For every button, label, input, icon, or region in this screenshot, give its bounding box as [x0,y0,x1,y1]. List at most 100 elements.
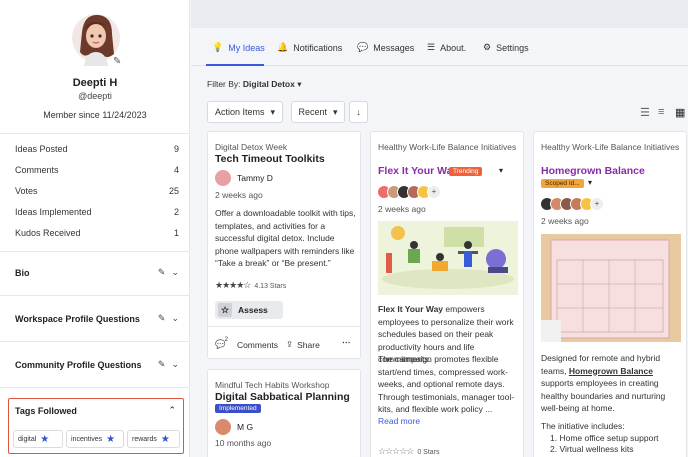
divider [0,341,190,342]
author-name[interactable]: M G [237,422,253,432]
sort-dropdown[interactable]: Recent ▾ [291,101,345,123]
star-icon[interactable]: ★ [161,434,170,445]
status-badge[interactable]: Trending [449,167,483,176]
edit-avatar-icon[interactable]: ✎ [113,56,121,67]
author-avatar [215,170,231,186]
filter-label: Filter By: [207,79,241,89]
assess-button[interactable]: ☆ Assess [215,301,283,319]
share-button[interactable]: ⇪ Share [286,339,320,350]
star-icon[interactable]: ★ [106,434,115,445]
description-text: supports employees in creating healthy b… [541,378,666,413]
tab-notifications[interactable]: 🔔 Notifications [277,42,342,53]
idea-card[interactable]: Digital Detox Week Tech Timeout Toolkits… [207,131,361,359]
caret-down-icon: ▾ [297,79,302,89]
divider [0,251,190,252]
profile-tabs: 💡 My Ideas 🔔 Notifications 💬 Messages ☰ Abou… [191,28,688,66]
comments-label: Comments [236,339,279,350]
sort-direction-button[interactable]: ↓ [349,101,368,123]
edit-icon[interactable]: ✎ [158,267,166,278]
tab-my-ideas[interactable]: 💡 My Ideas [212,42,265,53]
tab-messages[interactable]: 💬 Messages [357,42,414,53]
divider [0,133,190,134]
list-item: 2. Virtual wellness kits [550,444,634,454]
list-icon: ☰ [427,42,436,52]
includes-heading: The initiative includes: [541,421,625,431]
edit-icon[interactable]: ✎ [158,313,166,324]
stat-ideas-implemented: Ideas Implemented 2 [15,207,179,217]
stat-value: 9 [173,144,179,154]
idea-category: Healthy Work-Life Balance Initiatives [541,142,680,152]
idea-category: Healthy Work-Life Balance Initiatives [378,142,517,152]
comment-count: 2 [224,336,228,343]
tab-label: Settings [496,42,529,53]
stat-label: Ideas Implemented [15,207,92,217]
idea-card[interactable]: Healthy Work-Life Balance Initiatives Fl… [370,131,524,457]
share-label: Share [297,339,320,350]
tags-title: Tags Followed [15,406,77,416]
rating-label: 0 Stars [417,449,440,456]
idea-title[interactable]: Digital Sabbatical Planning [215,391,350,403]
edit-icon[interactable]: ✎ [158,359,166,370]
tag-label: digital [18,435,37,443]
more-icon[interactable]: ⋯ [342,337,351,348]
user-name: Deepti H [72,77,118,89]
chevron-down-icon[interactable]: ⌄ [171,359,179,370]
idea-category: Mindful Tech Habits Workshop [215,380,330,390]
author-name[interactable]: Tammy D [237,173,273,183]
dropdown-label: Recent [298,107,327,117]
section-community-questions[interactable]: Community Profile Questions ✎ ⌄ [15,359,179,370]
section-workspace-questions[interactable]: Workspace Profile Questions ✎ ⌄ [15,313,179,324]
assess-icon: ☆ [218,303,232,317]
status-badge[interactable]: Scoped Id... [541,179,584,188]
chevron-down-icon[interactable]: ⌄ [171,313,179,324]
divider [0,387,190,388]
action-items-dropdown[interactable]: Action Items ▾ [207,101,283,123]
tab-settings[interactable]: ⚙ Settings [483,42,529,53]
list-view-icon[interactable]: ☰ [640,106,650,119]
read-more-link[interactable]: Read more [378,416,420,426]
filter-by[interactable]: Filter By: Digital Detox ▾ [207,79,302,90]
stat-value: 4 [173,165,179,175]
tag-chip[interactable]: rewards ★ [127,430,180,448]
user-handle: @deepti [78,91,112,101]
caret-down-icon[interactable]: ▾ [499,166,503,175]
rating-stars[interactable]: ☆☆☆☆☆ 0 Stars [378,446,440,457]
idea-illustration [541,234,681,342]
share-icon: ⇪ [286,339,294,349]
stat-label: Kudos Received [15,228,81,238]
active-tab-indicator [206,64,264,66]
stat-value: 2 [173,207,179,217]
idea-title[interactable]: Tech Timeout Toolkits [215,153,325,165]
idea-title[interactable]: Flex It Your Way [378,165,458,177]
tag-chip[interactable]: digital ★ [13,430,63,448]
chevron-up-icon[interactable]: ⌃ [168,405,176,416]
star-icon[interactable]: ★ [40,434,49,445]
section-bio[interactable]: Bio ✎ ⌄ [15,267,179,278]
idea-title[interactable]: Homegrown Balance [541,165,645,177]
stat-label: Ideas Posted [15,144,68,154]
stat-value: 25 [168,186,179,196]
divider [208,326,360,327]
top-banner [191,0,688,28]
tab-about[interactable]: ☰ About. [427,42,466,53]
stat-label: Comments [15,165,59,175]
tag-label: rewards [132,435,157,443]
gear-icon: ⚙ [483,42,492,52]
chevron-down-icon[interactable]: ⌄ [171,267,179,278]
idea-card[interactable]: Healthy Work-Life Balance Initiatives Ho… [533,131,687,457]
idea-card[interactable]: Mindful Tech Habits Workshop Digital Sab… [207,369,361,457]
caret-down-icon[interactable]: ▾ [588,178,592,187]
grid-view-icon[interactable]: ▦ [675,106,685,119]
rating-stars[interactable]: ★★★★☆ 4.13 Stars [215,280,286,291]
compact-view-icon[interactable]: ≡ [658,106,664,118]
stat-value: 1 [173,228,179,238]
stat-comments: Comments 4 [15,165,179,175]
tag-chip[interactable]: incentives ★ [66,430,124,448]
app-root: ✎ Deepti H @deepti Member since 11/24/20… [0,0,688,457]
bell-icon: 🔔 [277,42,289,52]
chat-icon: 💬 [357,42,369,52]
add-reaction-icon[interactable]: + [590,197,604,211]
comments-button[interactable]: 💬 2 Comments [215,336,279,350]
author-avatar [215,419,231,435]
add-reaction-icon[interactable]: + [427,185,441,199]
